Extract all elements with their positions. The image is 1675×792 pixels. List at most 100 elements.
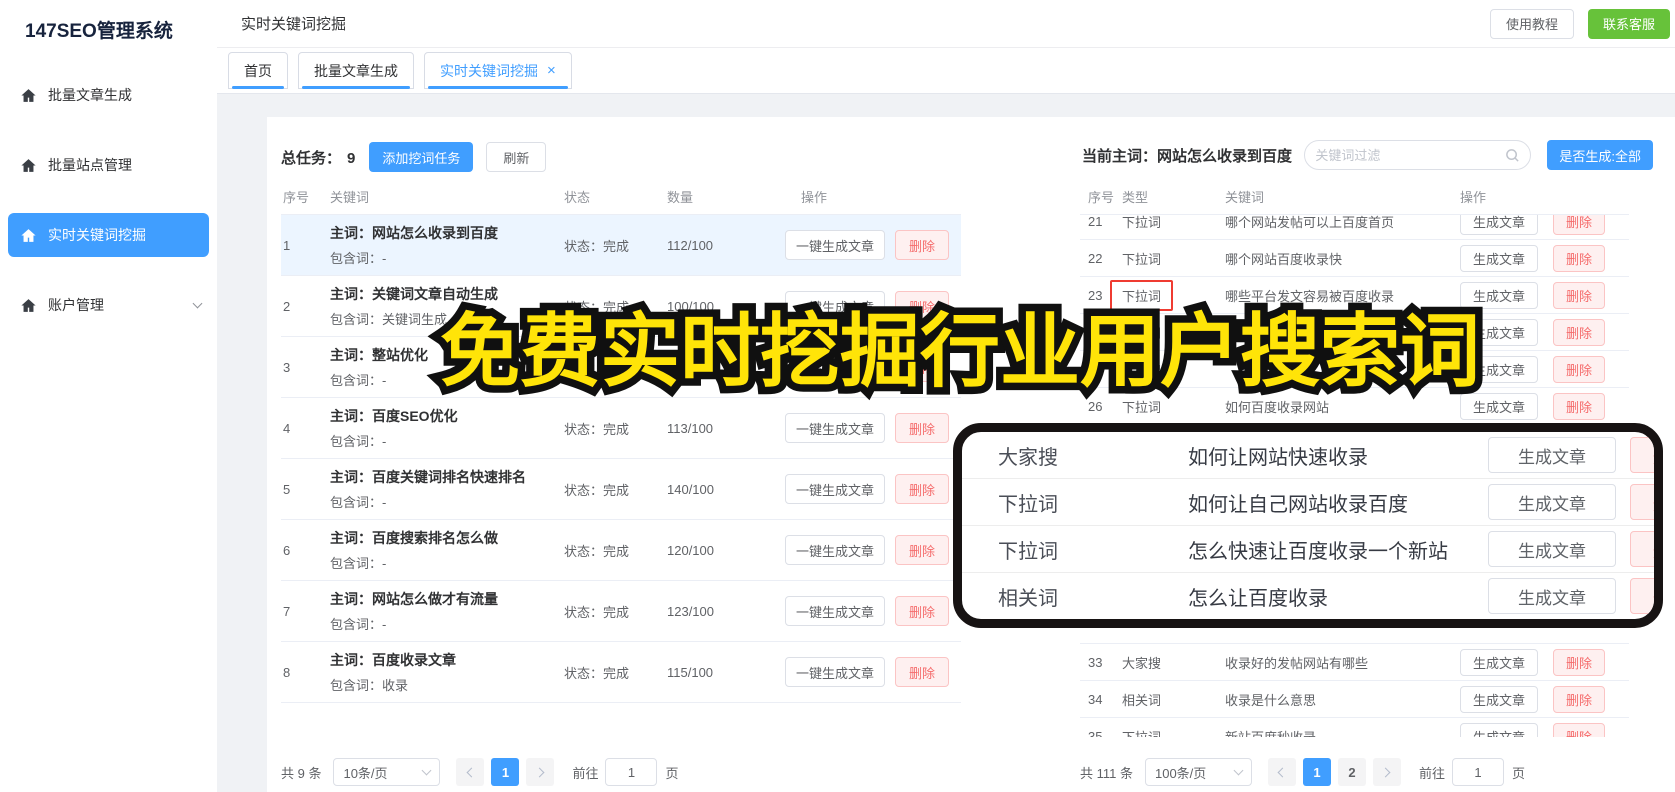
keyword-row[interactable]: 23 下拉词 哪些平台发文容易被百度收录 生成文章 删除 <box>1080 277 1629 314</box>
generate-article-button[interactable]: 一键生成文章 <box>785 535 886 565</box>
generate-article-button[interactable]: 一键生成文章 <box>785 596 886 626</box>
generate-article-button[interactable]: 一键生成文章 <box>785 352 886 382</box>
delete-button[interactable]: 删除 <box>1553 281 1606 309</box>
delete-button[interactable]: 删除 <box>1553 392 1606 420</box>
sidebar-item-3[interactable]: 实时关键词挖掘 <box>8 213 209 257</box>
magnifier-inset: 大家搜 如何让网站快速收录 生成文章 删除 下拉词 如何让自己网站收录百度 生成… <box>953 423 1663 628</box>
close-icon[interactable]: × <box>547 63 556 78</box>
delete-button[interactable]: 删除 <box>1553 244 1606 272</box>
generate-article-button[interactable]: 一键生成文章 <box>785 474 886 504</box>
keyword-row[interactable]: 24 下拉词 生成文章 删除 <box>1080 314 1629 351</box>
goto-page-input[interactable] <box>1452 758 1504 786</box>
delete-button[interactable]: 删除 <box>1553 318 1606 346</box>
delete-button[interactable]: 删除 <box>895 291 950 321</box>
keyword-toolbar: 当前主词：网站怎么收录到百度 是否生成:全部 <box>1082 139 1653 171</box>
tab[interactable]: 实时关键词挖掘 × <box>424 52 572 89</box>
generate-article-button[interactable]: 一键生成文章 <box>785 291 886 321</box>
generate-article-button[interactable]: 生成文章 <box>1460 281 1539 309</box>
keyword-row-number: 34 <box>1088 691 1103 707</box>
keyword-type: 大家搜 <box>1122 655 1162 671</box>
generate-article-button[interactable]: 一键生成文章 <box>785 657 886 687</box>
generate-article-button[interactable]: 生成文章 <box>1460 392 1539 420</box>
task-row[interactable]: 5 主词：百度关键词排名快速排名 包含词：- 状态：完成 140/100 一键生… <box>281 459 961 520</box>
delete-button[interactable]: 删除 <box>895 535 950 565</box>
delete-button[interactable]: 删除 <box>1553 355 1606 383</box>
keyword-text: 如何百度收录网站 <box>1225 399 1330 415</box>
generate-article-button[interactable]: 生成文章 <box>1460 244 1539 272</box>
delete-button[interactable]: 删除 <box>1553 648 1606 676</box>
delete-button[interactable]: 删除 <box>1630 437 1654 473</box>
delete-button[interactable]: 删除 <box>1630 484 1654 520</box>
keyword-type: 相关词 <box>1122 692 1162 708</box>
prev-page-button[interactable] <box>1267 758 1296 786</box>
delete-button[interactable]: 删除 <box>1630 531 1654 567</box>
task-row[interactable]: 2 主词：关键词文章自动生成 包含词：关键词生成 状态：完成 100/100 一… <box>281 276 961 337</box>
tutorial-button[interactable]: 使用教程 <box>1489 8 1574 39</box>
generate-article-button[interactable]: 生成文章 <box>1460 355 1539 383</box>
sidebar-item-1[interactable]: 批量文章生成 <box>0 73 217 117</box>
keyword-row[interactable]: 34 相关词 收录是什么意思 生成文章 删除 <box>1080 681 1629 718</box>
delete-button[interactable]: 删除 <box>1553 215 1606 235</box>
delete-button[interactable]: 删除 <box>895 230 950 260</box>
page-button[interactable]: 2 <box>1337 758 1366 786</box>
generate-article-button[interactable]: 生成文章 <box>1460 685 1539 713</box>
keyword-row-number: 25 <box>1088 361 1103 377</box>
task-row[interactable]: 8 主词：百度收录文章 包含词：收录 状态：完成 115/100 一键生成文章 … <box>281 642 961 703</box>
prev-page-button[interactable] <box>456 758 485 786</box>
keyword-row[interactable]: 25 大家搜 生成文章 删除 <box>1080 351 1629 388</box>
refresh-button[interactable]: 刷新 <box>486 142 547 172</box>
contact-support-button[interactable]: 联系客服 <box>1587 8 1670 39</box>
delete-button[interactable]: 删除 <box>895 352 950 382</box>
column-quantity: 数量 <box>667 190 694 205</box>
task-row[interactable]: 1 主词：网站怎么收录到百度 包含词：- 状态：完成 112/100 一键生成文… <box>281 215 961 276</box>
keyword-row[interactable]: 21 下拉词 哪个网站发帖可以上百度首页 生成文章 删除 <box>1080 215 1629 240</box>
sidebar-item-label: 实时关键词挖掘 <box>48 227 146 243</box>
column-num: 序号 <box>1088 190 1115 205</box>
delete-button[interactable]: 删除 <box>895 474 950 504</box>
goto-page-input[interactable] <box>605 758 658 786</box>
home-icon <box>21 88 36 102</box>
next-page-button[interactable] <box>1372 758 1401 786</box>
task-status: 状态：完成 <box>564 360 630 376</box>
generate-article-button[interactable]: 生成文章 <box>1460 318 1539 346</box>
task-row[interactable]: 3 主词：整站优化 包含词：- 状态：完成 一键生成文章 删除 <box>281 337 961 398</box>
task-row-number: 2 <box>283 298 291 314</box>
generate-article-button[interactable]: 生成文章 <box>1488 531 1616 567</box>
generate-article-button[interactable]: 生成文章 <box>1488 484 1616 520</box>
page-button[interactable]: 1 <box>491 758 520 786</box>
next-page-button[interactable] <box>526 758 555 786</box>
delete-button[interactable]: 删除 <box>1553 685 1606 713</box>
delete-button[interactable]: 删除 <box>895 596 950 626</box>
keyword-filter-box <box>1304 140 1532 170</box>
keyword-row[interactable]: 26 下拉词 如何百度收录网站 生成文章 删除 <box>1080 388 1629 425</box>
task-row[interactable]: 6 主词：百度搜索排名怎么做 包含词：- 状态：完成 120/100 一键生成文… <box>281 520 961 581</box>
keyword-row[interactable]: 35 下拉词 新站百度秒收录 生成文章 删除 <box>1080 718 1629 737</box>
page-size-select[interactable]: 100条/页 <box>1144 758 1252 786</box>
sidebar-item-4[interactable]: 账户管理 <box>0 283 217 327</box>
add-task-button[interactable]: 添加挖词任务 <box>369 142 474 172</box>
magnified-keyword-row: 下拉词 怎么快速让百度收录一个新站 生成文章 删除 <box>962 526 1654 573</box>
generate-all-toggle-button[interactable]: 是否生成:全部 <box>1547 140 1653 170</box>
tab[interactable]: 批量文章生成 <box>298 52 414 89</box>
sidebar-item-2[interactable]: 批量站点管理 <box>0 143 217 187</box>
generate-article-button[interactable]: 一键生成文章 <box>785 230 886 260</box>
task-row[interactable]: 4 主词：百度SEO优化 包含词：- 状态：完成 113/100 一键生成文章 … <box>281 398 961 459</box>
generate-article-button[interactable]: 一键生成文章 <box>785 413 886 443</box>
generate-article-button[interactable]: 生成文章 <box>1460 722 1539 737</box>
generate-article-button[interactable]: 生成文章 <box>1488 437 1616 473</box>
page-size-select[interactable]: 10条/页 <box>333 758 441 786</box>
generate-article-button[interactable]: 生成文章 <box>1488 578 1616 614</box>
keyword-row[interactable]: 22 下拉词 哪个网站百度收录快 生成文章 删除 <box>1080 240 1629 277</box>
delete-button[interactable]: 删除 <box>1553 722 1606 737</box>
task-contained-words: 包含词：收录 <box>330 678 409 693</box>
keyword-filter-input[interactable] <box>1307 147 1506 163</box>
keyword-row[interactable]: 33 大家搜 收录好的发帖网站有哪些 生成文章 删除 <box>1080 644 1629 681</box>
task-row[interactable]: 7 主词：网站怎么做才有流量 包含词：- 状态：完成 123/100 一键生成文… <box>281 581 961 642</box>
generate-article-button[interactable]: 生成文章 <box>1460 648 1539 676</box>
delete-button[interactable]: 删除 <box>1630 578 1654 614</box>
generate-article-button[interactable]: 生成文章 <box>1460 215 1539 235</box>
tab[interactable]: 首页 <box>228 52 288 89</box>
delete-button[interactable]: 删除 <box>895 413 950 443</box>
delete-button[interactable]: 删除 <box>895 657 950 687</box>
page-button[interactable]: 1 <box>1302 758 1331 786</box>
